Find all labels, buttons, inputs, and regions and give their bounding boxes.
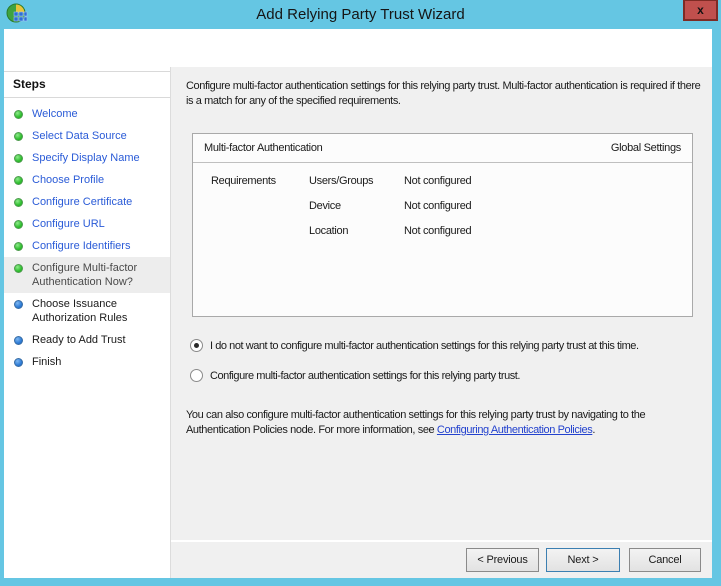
mfa-row-value: Not configured xyxy=(404,200,472,212)
mfa-row-item: Device xyxy=(309,200,341,212)
step-completed-dot-icon xyxy=(14,198,23,207)
step-label: Configure Identifiers xyxy=(32,240,131,252)
step-label: Welcome xyxy=(32,108,78,120)
previous-button[interactable]: < Previous xyxy=(466,548,539,572)
radio-selected-icon[interactable] xyxy=(190,339,203,352)
mfa-row-value: Not configured xyxy=(404,225,472,237)
radio-unselected-icon[interactable] xyxy=(190,369,203,382)
step-item-completed[interactable]: Configure Certificate xyxy=(4,191,170,213)
step-label: Ready to Add Trust xyxy=(32,334,126,346)
steps-list: Welcome Select Data Source Specify Display… xyxy=(4,103,170,373)
mfa-table-header-right: Global Settings xyxy=(610,142,681,154)
footer-note-period: . xyxy=(592,424,595,436)
button-bar-separator xyxy=(171,540,712,542)
step-item-completed[interactable]: Choose Profile xyxy=(4,169,170,191)
step-item-completed[interactable]: Select Data Source xyxy=(4,125,170,147)
step-item-completed[interactable]: Welcome xyxy=(4,103,170,125)
step-completed-dot-icon xyxy=(14,264,23,273)
wizard-dialog: Steps Welcome Select Data Source Specify D… xyxy=(4,29,712,578)
step-label: Select Data Source xyxy=(32,130,127,142)
step-item-completed[interactable]: Specify Display Name xyxy=(4,147,170,169)
step-item-upcoming: Finish xyxy=(4,351,170,373)
titlebar: Add Relying Party Trust Wizard x xyxy=(0,0,721,29)
mfa-radio-option-1[interactable]: I do not want to configure multi-factor … xyxy=(190,339,639,353)
mfa-row-group xyxy=(193,200,309,225)
mfa-table-header: Multi-factor Authentication Global Setti… xyxy=(193,134,692,163)
mfa-row-group xyxy=(193,225,309,250)
step-completed-dot-icon xyxy=(14,110,23,119)
cancel-button[interactable]: Cancel xyxy=(629,548,701,572)
mfa-table-row: Location Not configured xyxy=(193,225,692,250)
close-button[interactable]: x xyxy=(683,0,718,21)
step-label: Configure Certificate xyxy=(32,196,133,208)
step-label: Configure URL xyxy=(32,218,105,230)
step-completed-dot-icon xyxy=(14,176,23,185)
step-upcoming-dot-icon xyxy=(14,336,23,345)
mfa-settings-table: Multi-factor Authentication Global Setti… xyxy=(192,133,693,317)
step-label: Choose Issuance Authorization Rules xyxy=(32,298,128,324)
step-upcoming-dot-icon xyxy=(14,358,23,367)
mfa-radio-option-2[interactable]: Configure multi-factor authentication se… xyxy=(190,369,639,383)
mfa-table-header-left: Multi-factor Authentication xyxy=(204,142,323,154)
mfa-row-group: Requirements xyxy=(211,175,276,187)
radio-label: Configure multi-factor authentication se… xyxy=(210,370,521,382)
step-completed-dot-icon xyxy=(14,220,23,229)
step-item-current: Configure Multi-factor Authentication No… xyxy=(4,257,170,293)
steps-panel: Steps Welcome Select Data Source Specify D… xyxy=(4,71,170,578)
footer-note: You can also configure multi-factor auth… xyxy=(186,408,710,438)
intro-text: Configure multi-factor authentication se… xyxy=(186,80,701,107)
next-button[interactable]: Next > xyxy=(546,548,620,572)
step-item-completed[interactable]: Configure Identifiers xyxy=(4,235,170,257)
window-title: Add Relying Party Trust Wizard xyxy=(256,6,465,23)
mfa-row-item: Users/Groups xyxy=(309,175,374,187)
mfa-row-value: Not configured xyxy=(404,175,472,187)
mfa-row-item: Location xyxy=(309,225,349,237)
step-upcoming-dot-icon xyxy=(14,300,23,309)
step-completed-dot-icon xyxy=(14,242,23,251)
mfa-table-row: Device Not configured xyxy=(193,200,692,225)
wizard-window: Add Relying Party Trust Wizard x Steps W… xyxy=(0,0,721,586)
step-completed-dot-icon xyxy=(14,154,23,163)
mfa-radio-group: I do not want to configure multi-factor … xyxy=(190,339,639,383)
wizard-content: Configure multi-factor authentication se… xyxy=(171,67,712,578)
wizard-header-band xyxy=(4,29,712,67)
configuring-authentication-policies-link[interactable]: Configuring Authentication Policies xyxy=(437,424,593,436)
step-item-upcoming: Ready to Add Trust xyxy=(4,329,170,351)
step-label: Configure Multi-factor Authentication No… xyxy=(32,262,138,288)
step-item-upcoming: Choose Issuance Authorization Rules xyxy=(4,293,170,329)
radio-label: I do not want to configure multi-factor … xyxy=(210,340,639,352)
step-completed-dot-icon xyxy=(14,132,23,141)
step-label: Specify Display Name xyxy=(32,152,140,164)
mfa-table-rows: Requirements Users/Groups Not configured De… xyxy=(193,163,692,250)
step-item-completed[interactable]: Configure URL xyxy=(4,213,170,235)
mfa-table-row: Requirements Users/Groups Not configured xyxy=(193,175,692,200)
steps-panel-header: Steps xyxy=(4,71,170,98)
step-label: Finish xyxy=(32,356,62,368)
step-label: Choose Profile xyxy=(32,174,105,186)
